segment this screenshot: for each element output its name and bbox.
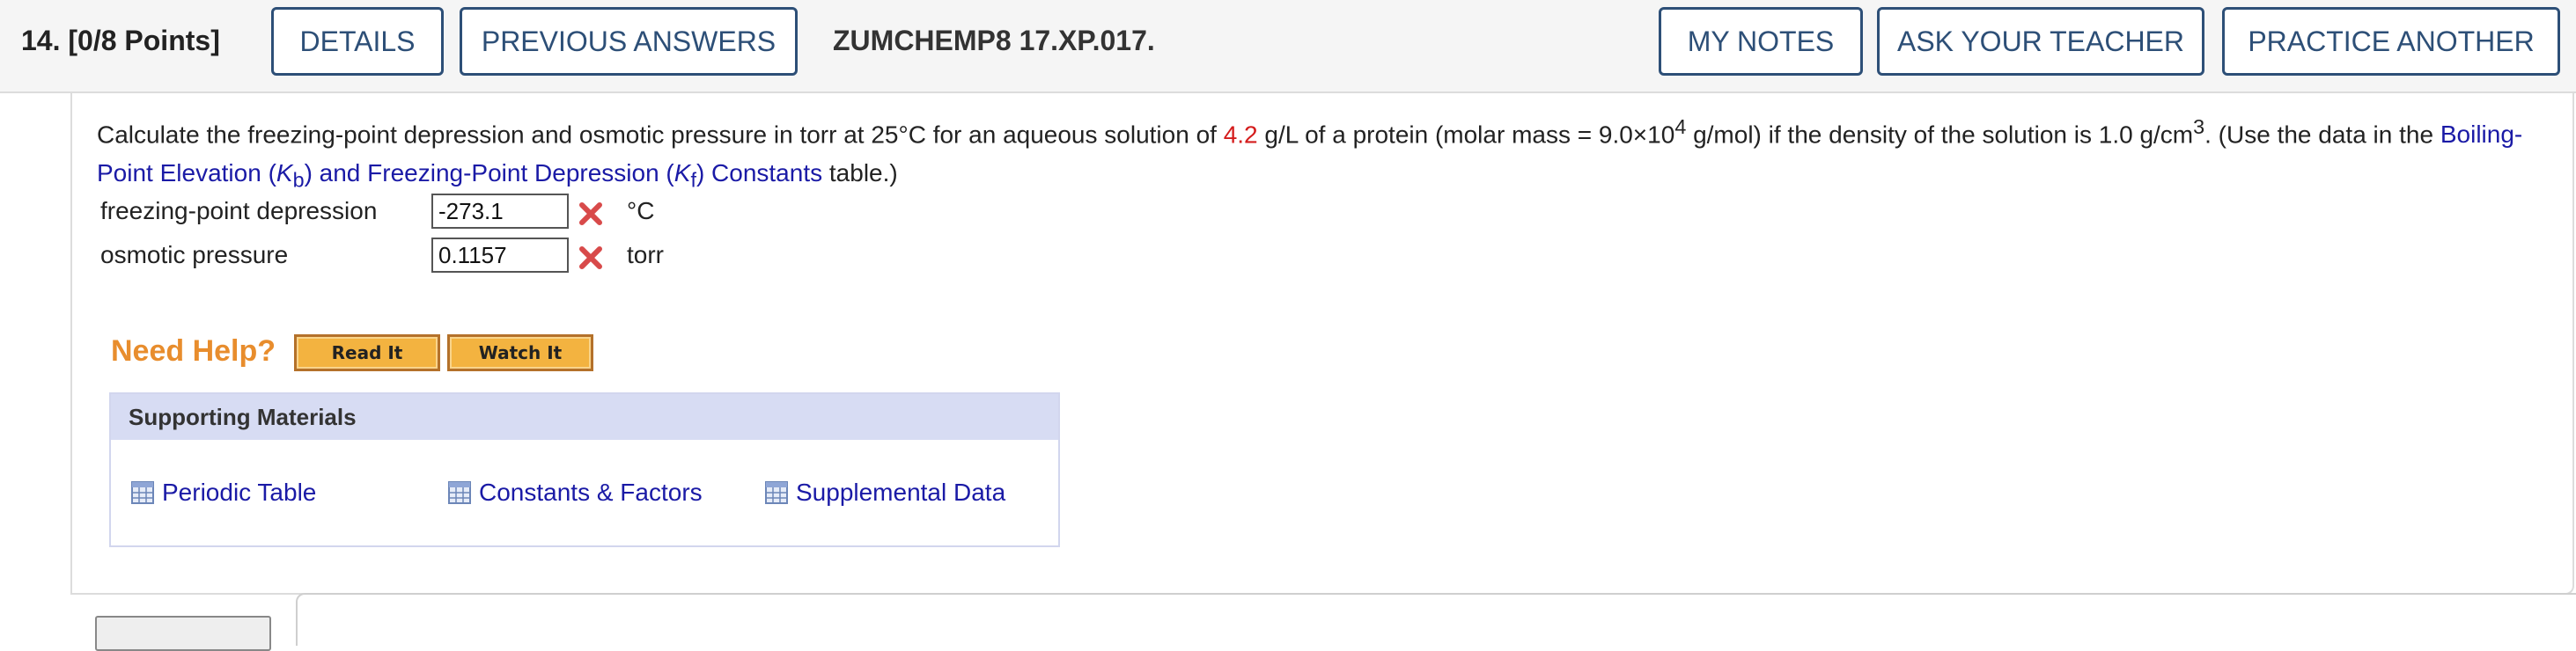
previous-answers-button[interactable]: PREVIOUS ANSWERS [460,7,798,76]
ask-your-teacher-button[interactable]: ASK YOUR TEACHER [1877,7,2204,76]
response-box [296,593,2576,646]
problem-code: ZUMCHEMP8 17.XP.017. [833,25,1155,56]
submit-answer-button[interactable] [95,616,271,651]
question-text: Calculate the freezing-point depression … [97,115,2523,192]
supplemental-data-link[interactable]: Supplemental Data [764,479,1005,507]
freezing-point-label: freezing-point depression [100,197,378,224]
watch-it-button[interactable]: Watch It [447,334,593,371]
question-header: 14. [0/8 Points] DETAILS PREVIOUS ANSWER… [0,0,2576,93]
read-it-button[interactable]: Read It [294,334,440,371]
need-help-title: Need Help? [111,334,276,368]
details-button[interactable]: DETAILS [271,7,444,76]
incorrect-icon [579,202,602,225]
supporting-materials-heading: Supporting Materials [111,394,1058,440]
table-icon [131,481,154,504]
question-title: 14. [0/8 Points] [21,25,220,57]
freezing-point-input[interactable] [431,194,569,229]
table-icon [448,481,471,504]
question-number: 14. [21,25,61,56]
constants-factors-link[interactable]: Constants & Factors [447,479,703,507]
practice-another-button[interactable]: PRACTICE ANOTHER [2222,7,2560,76]
highlighted-value: 4.2 [1223,121,1258,149]
table-icon [765,481,788,504]
osmotic-pressure-unit: torr [627,241,664,268]
incorrect-icon [579,246,602,269]
periodic-table-link[interactable]: Periodic Table [130,479,316,507]
supporting-materials: Supporting Materials Periodic Table Cons… [109,392,1060,547]
osmotic-pressure-label: osmotic pressure [100,241,289,268]
freezing-point-unit: °C [627,197,655,224]
osmotic-pressure-input[interactable] [431,238,569,273]
points-score: [0/8 Points] [68,25,220,56]
my-notes-button[interactable]: MY NOTES [1659,7,1863,76]
